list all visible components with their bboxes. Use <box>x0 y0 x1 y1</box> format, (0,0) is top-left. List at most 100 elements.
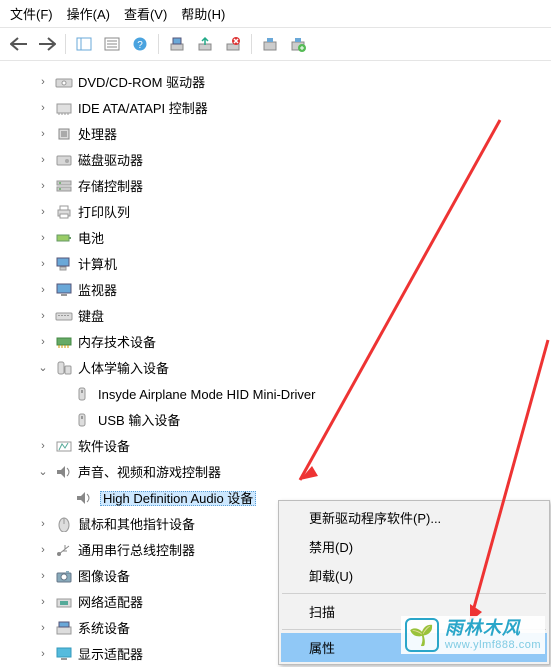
update-button[interactable] <box>192 32 218 56</box>
chevron-down-icon[interactable]: ⌄ <box>36 361 50 375</box>
watermark-logo-icon: 🌱 <box>405 618 439 652</box>
show-hide-button[interactable] <box>71 32 97 56</box>
tree-item-battery[interactable]: › 电池 <box>8 225 551 251</box>
chevron-right-icon[interactable]: › <box>36 75 50 89</box>
separator <box>251 34 252 54</box>
tree-label: 处理器 <box>78 128 117 141</box>
hid-device-icon <box>74 411 94 429</box>
battery-icon <box>54 229 74 247</box>
tree-item-printq[interactable]: › 打印队列 <box>8 199 551 225</box>
chevron-right-icon[interactable]: › <box>36 621 50 635</box>
chevron-right-icon[interactable]: › <box>36 257 50 271</box>
tree-item-memtech[interactable]: › 内存技术设备 <box>8 329 551 355</box>
scan-icon <box>169 36 185 52</box>
separator <box>65 34 66 54</box>
tree-item-storage[interactable]: › 存储控制器 <box>8 173 551 199</box>
back-button[interactable] <box>6 32 32 56</box>
chevron-right-icon[interactable]: › <box>36 231 50 245</box>
tree-item-dvd[interactable]: › DVD/CD-ROM 驱动器 <box>8 69 551 95</box>
monitor-icon <box>54 281 74 299</box>
disk-icon <box>54 151 74 169</box>
menu-view[interactable]: 查看(V) <box>124 4 167 23</box>
storage-icon <box>54 177 74 195</box>
spacer <box>56 413 70 427</box>
tree-label: 显示适配器 <box>78 648 143 661</box>
tree-item-ide[interactable]: › IDE ATA/ATAPI 控制器 <box>8 95 551 121</box>
tree-label: 存储控制器 <box>78 180 143 193</box>
chevron-down-icon[interactable]: ⌄ <box>36 465 50 479</box>
watermark-url: www.ylmf888.com <box>445 639 541 652</box>
chevron-right-icon[interactable]: › <box>36 283 50 297</box>
network-icon <box>54 593 74 611</box>
tree-label: 声音、视频和游戏控制器 <box>78 466 221 479</box>
tree-label: 键盘 <box>78 310 104 323</box>
tree-label: 网络适配器 <box>78 596 143 609</box>
properties-button[interactable] <box>99 32 125 56</box>
tree-label: 人体学输入设备 <box>78 362 169 375</box>
tree-label: 磁盘驱动器 <box>78 154 143 167</box>
chevron-right-icon[interactable]: › <box>36 569 50 583</box>
separator <box>158 34 159 54</box>
dvd-icon <box>54 73 74 91</box>
chevron-right-icon[interactable]: › <box>36 101 50 115</box>
spacer <box>56 491 70 505</box>
legacy-icon <box>262 36 278 52</box>
memory-icon <box>54 333 74 351</box>
watermark: 🌱 雨林木风 www.ylmf888.com <box>401 616 545 654</box>
chevron-right-icon[interactable]: › <box>36 153 50 167</box>
tree-label: 计算机 <box>78 258 117 271</box>
chevron-right-icon[interactable]: › <box>36 543 50 557</box>
chevron-right-icon[interactable]: › <box>36 179 50 193</box>
chevron-right-icon[interactable]: › <box>36 127 50 141</box>
uninstall-button[interactable] <box>220 32 246 56</box>
ctx-disable[interactable]: 禁用(D) <box>281 532 547 561</box>
menubar: 文件(F) 操作(A) 查看(V) 帮助(H) <box>0 0 551 28</box>
legacy-button[interactable] <box>257 32 283 56</box>
camera-icon <box>54 567 74 585</box>
forward-button[interactable] <box>34 32 60 56</box>
chevron-right-icon[interactable]: › <box>36 309 50 323</box>
tree-item-disk[interactable]: › 磁盘驱动器 <box>8 147 551 173</box>
menu-action[interactable]: 操作(A) <box>67 4 110 23</box>
update-icon <box>197 36 213 52</box>
chevron-right-icon[interactable]: › <box>36 595 50 609</box>
chevron-right-icon[interactable]: › <box>36 205 50 219</box>
menu-help[interactable]: 帮助(H) <box>181 4 225 23</box>
tree-item-hid-airplane[interactable]: Insyde Airplane Mode HID Mini-Driver <box>8 381 551 407</box>
speaker-icon <box>54 463 74 481</box>
tree-label: 内存技术设备 <box>78 336 156 349</box>
menu-file[interactable]: 文件(F) <box>10 4 53 23</box>
tree-item-computer[interactable]: › 计算机 <box>8 251 551 277</box>
ctx-divider <box>282 593 546 594</box>
scan-button[interactable] <box>164 32 190 56</box>
mouse-icon <box>54 515 74 533</box>
tree-item-cpu[interactable]: › 处理器 <box>8 121 551 147</box>
help-button[interactable]: ? <box>127 32 153 56</box>
add-button[interactable] <box>285 32 311 56</box>
hid-device-icon <box>74 385 94 403</box>
tree-label: 系统设备 <box>78 622 130 635</box>
tree-item-monitor[interactable]: › 监视器 <box>8 277 551 303</box>
tree-label: 打印队列 <box>78 206 130 219</box>
chevron-right-icon[interactable]: › <box>36 647 50 661</box>
tree-label: USB 输入设备 <box>98 414 180 427</box>
ctx-uninstall[interactable]: 卸载(U) <box>281 561 547 590</box>
tree-item-softdev[interactable]: › 软件设备 <box>8 433 551 459</box>
tree-label: 通用串行总线控制器 <box>78 544 195 557</box>
system-icon <box>54 619 74 637</box>
hid-icon <box>54 359 74 377</box>
tree-label: Insyde Airplane Mode HID Mini-Driver <box>98 388 315 401</box>
tree-item-hid[interactable]: ⌄ 人体学输入设备 <box>8 355 551 381</box>
tree-item-hid-usb[interactable]: USB 输入设备 <box>8 407 551 433</box>
chevron-right-icon[interactable]: › <box>36 439 50 453</box>
tree-item-sound[interactable]: ⌄ 声音、视频和游戏控制器 <box>8 459 551 485</box>
tree-item-keyboard[interactable]: › 键盘 <box>8 303 551 329</box>
chevron-right-icon[interactable]: › <box>36 517 50 531</box>
printer-icon <box>54 203 74 221</box>
cpu-icon <box>54 125 74 143</box>
chevron-right-icon[interactable]: › <box>36 335 50 349</box>
svg-text:?: ? <box>137 40 143 51</box>
tree-label: 软件设备 <box>78 440 130 453</box>
forward-arrow-icon <box>38 37 56 51</box>
ctx-update-driver[interactable]: 更新驱动程序软件(P)... <box>281 503 547 532</box>
